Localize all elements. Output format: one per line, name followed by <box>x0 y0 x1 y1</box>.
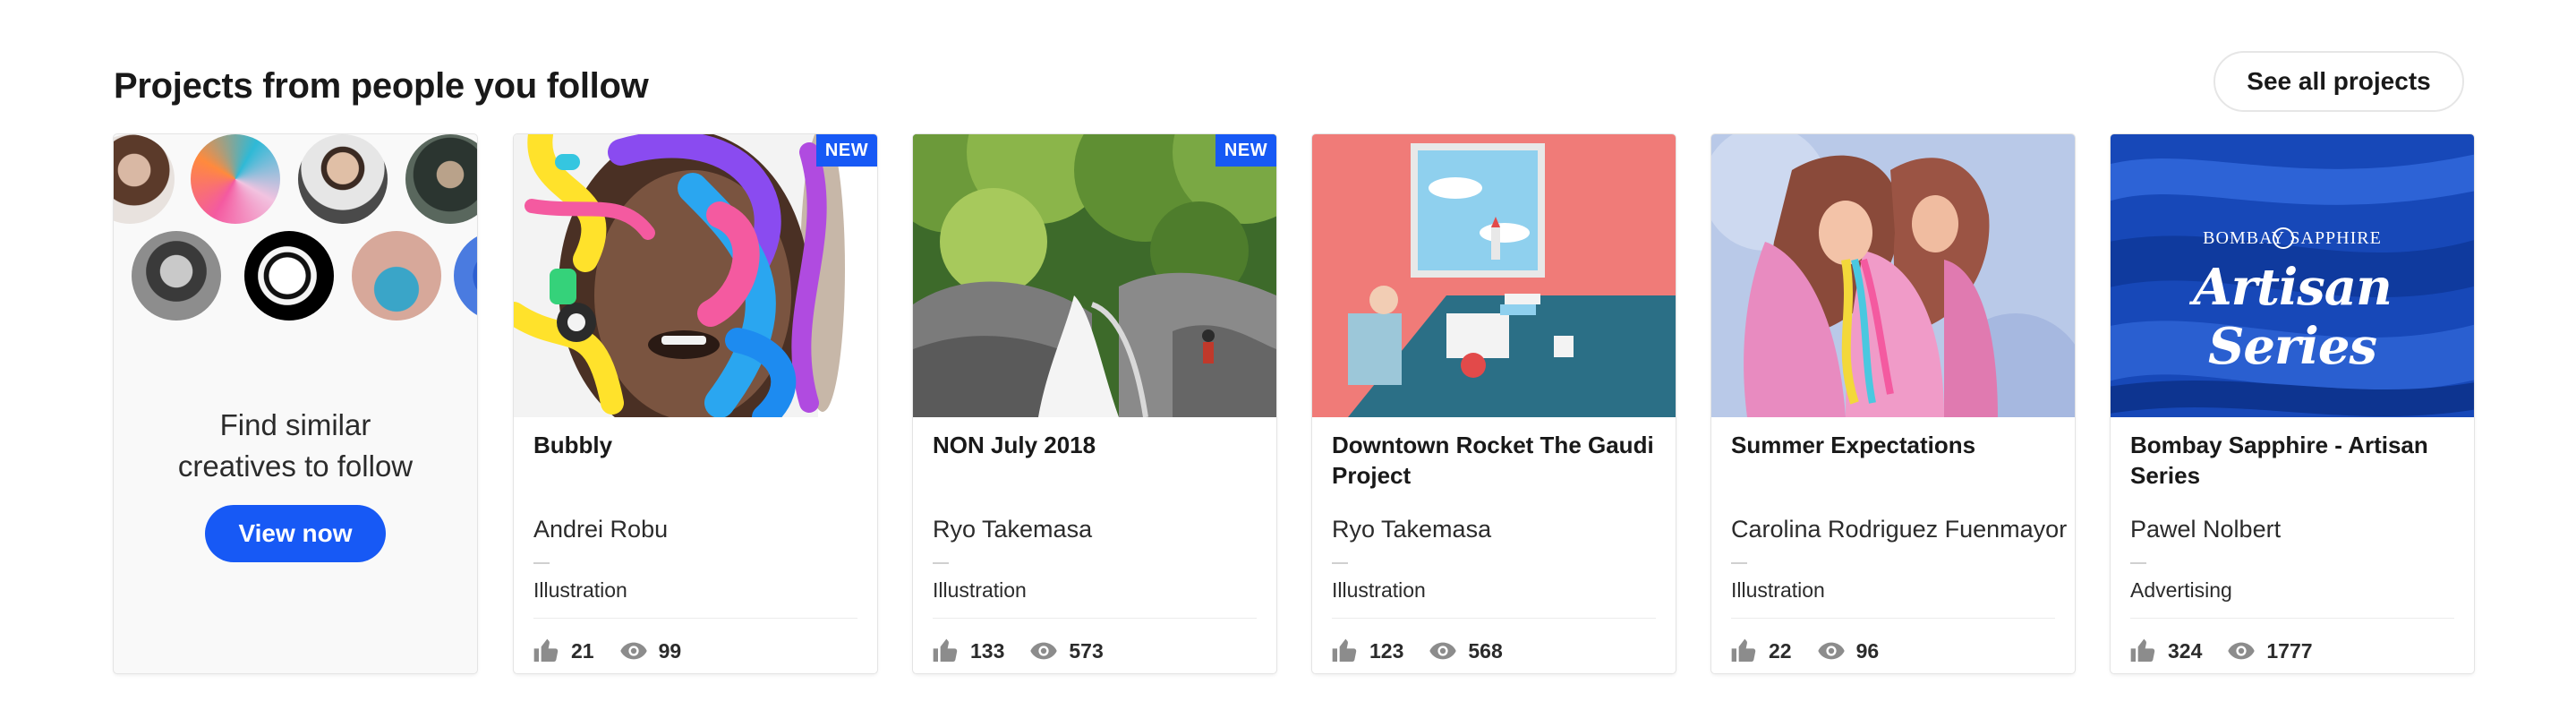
project-field[interactable]: Illustration <box>1332 577 1426 603</box>
see-all-projects-button[interactable]: See all projects <box>2213 51 2464 112</box>
avatar[interactable] <box>298 134 388 224</box>
find-creatives-text: Find similar creatives to follow <box>114 405 477 487</box>
cover-script-text: Artisan Series <box>2193 258 2393 376</box>
divider <box>933 618 1257 619</box>
project-cover-image[interactable]: NEW <box>514 134 877 417</box>
cover-brand-text: BOMBAY SAPPHIRE <box>2203 228 2382 248</box>
project-owner[interactable]: Ryo Takemasa <box>1332 514 1665 544</box>
divider <box>1332 618 1656 619</box>
avatar[interactable] <box>244 231 334 321</box>
views-count: 96 <box>1855 638 1880 663</box>
project-owner[interactable]: Carolina Rodriguez Fuenmayor <box>1731 514 2067 544</box>
eye-icon <box>2227 637 2256 665</box>
avatar[interactable] <box>454 231 477 321</box>
project-stats: 133 573 <box>931 636 1129 666</box>
promo-line-1: Find similar <box>219 408 371 441</box>
project-stats: 123 568 <box>1330 636 1528 666</box>
likes-count: 22 <box>1769 638 1792 663</box>
thumbs-up-icon <box>1330 637 1359 665</box>
separator-dash <box>533 562 550 564</box>
likes-count: 324 <box>2168 638 2203 663</box>
project-card[interactable]: NEW NON July 2018 Ryo Takemasa Illustrat… <box>913 134 1276 673</box>
views-count: 568 <box>1468 638 1503 663</box>
avatar[interactable] <box>405 134 477 224</box>
project-stats: 21 99 <box>532 636 706 666</box>
thumbs-up-icon <box>532 637 560 665</box>
project-field[interactable]: Advertising <box>2130 577 2232 603</box>
view-now-button[interactable]: View now <box>205 505 386 562</box>
new-badge: NEW <box>1215 134 1276 167</box>
project-stats: 324 1777 <box>2128 636 2338 666</box>
project-field[interactable]: Illustration <box>933 577 1027 603</box>
project-title[interactable]: NON July 2018 <box>933 430 1257 460</box>
thumbs-up-icon <box>2128 637 2157 665</box>
views-count: 99 <box>658 638 682 663</box>
project-stats: 22 96 <box>1729 636 1904 666</box>
separator-dash <box>933 562 949 564</box>
avatar[interactable] <box>352 231 441 321</box>
separator-dash <box>1332 562 1348 564</box>
thumbs-up-icon <box>931 637 960 665</box>
find-creatives-card: Find similar creatives to follow View no… <box>114 134 477 673</box>
avatar[interactable] <box>114 134 175 224</box>
divider <box>533 618 857 619</box>
likes-count: 21 <box>571 638 594 663</box>
eye-icon <box>1029 637 1058 665</box>
avatar[interactable] <box>132 231 221 321</box>
eye-icon <box>1817 637 1846 665</box>
views-count: 573 <box>1069 638 1104 663</box>
project-cover-image[interactable]: BOMBAY SAPPHIRE Artisan Series <box>2111 134 2474 417</box>
project-cover-image[interactable]: NEW <box>913 134 1276 417</box>
project-cover-image[interactable] <box>1312 134 1676 417</box>
eye-icon <box>1429 637 1457 665</box>
thumbs-up-icon <box>1729 637 1758 665</box>
avatar[interactable] <box>191 134 280 224</box>
eye-icon <box>619 637 648 665</box>
project-field[interactable]: Illustration <box>533 577 627 603</box>
project-card[interactable]: Summer Expectations Carolina Rodriguez F… <box>1711 134 2075 673</box>
new-badge: NEW <box>816 134 877 167</box>
views-count: 1777 <box>2266 638 2313 663</box>
likes-count: 123 <box>1369 638 1404 663</box>
project-card[interactable]: Downtown Rocket The Gaudi Project Ryo Ta… <box>1312 134 1676 673</box>
project-title[interactable]: Downtown Rocket The Gaudi Project <box>1332 430 1656 491</box>
project-title[interactable]: Bombay Sapphire - Artisan Series <box>2130 430 2454 491</box>
divider <box>2130 618 2454 619</box>
project-title[interactable]: Summer Expectations <box>1731 430 2055 460</box>
project-card[interactable]: NEW Bubbly Andrei Robu Illustration 21 9… <box>514 134 877 673</box>
project-owner[interactable]: Andrei Robu <box>533 514 866 544</box>
separator-dash <box>2130 562 2146 564</box>
project-title[interactable]: Bubbly <box>533 430 857 460</box>
section-title: Projects from people you follow <box>114 66 649 106</box>
project-card[interactable]: BOMBAY SAPPHIRE Artisan Series Bombay Sa… <box>2111 134 2474 673</box>
avatar-collage <box>114 134 477 322</box>
project-owner[interactable]: Pawel Nolbert <box>2130 514 2463 544</box>
separator-dash <box>1731 562 1747 564</box>
likes-count: 133 <box>970 638 1005 663</box>
project-field[interactable]: Illustration <box>1731 577 1825 603</box>
promo-line-2: creatives to follow <box>177 449 414 483</box>
project-owner[interactable]: Ryo Takemasa <box>933 514 1266 544</box>
divider <box>1731 618 2055 619</box>
project-cover-image[interactable] <box>1711 134 2075 417</box>
